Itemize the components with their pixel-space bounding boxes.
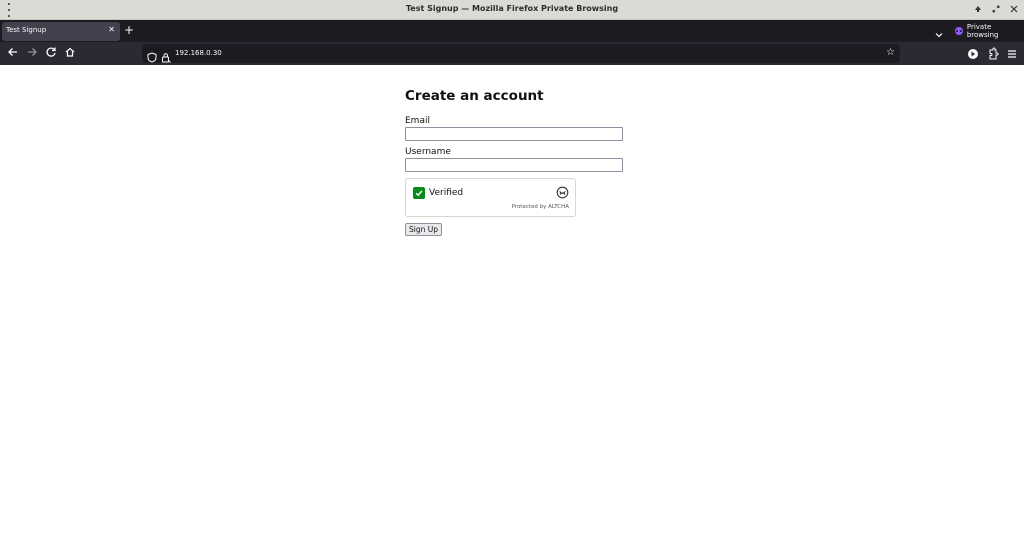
captcha-footer: Protected by ALTCHA xyxy=(511,204,569,210)
window-title: Test Signup — Mozilla Firefox Private Br… xyxy=(405,4,619,13)
altcha-logo-icon xyxy=(556,184,569,199)
tab-strip: Test Signup ✕ + Private browsing xyxy=(0,20,1024,42)
page-content: Create an account Email Username Verifie… xyxy=(0,65,1024,555)
reload-icon[interactable] xyxy=(44,46,58,60)
save-to-pocket-icon[interactable] xyxy=(966,46,980,60)
private-browsing-label: Private browsing xyxy=(966,23,999,39)
close-window-icon[interactable] xyxy=(1009,4,1019,18)
insecure-lock-icon[interactable] xyxy=(161,48,171,63)
minimize-icon[interactable] xyxy=(973,4,983,18)
altcha-captcha-widget: Verified Protected by ALTCHA xyxy=(405,178,576,217)
tracking-protection-shield-icon[interactable] xyxy=(147,48,157,63)
extensions-icon[interactable] xyxy=(986,46,1000,60)
username-label: Username xyxy=(405,147,451,157)
url-text[interactable]: 192.168.0.30 xyxy=(175,49,222,57)
email-field[interactable] xyxy=(405,127,623,141)
chevron-down-icon[interactable] xyxy=(934,25,944,38)
tab-close-icon[interactable]: ✕ xyxy=(108,25,115,34)
checkmark-icon xyxy=(415,190,423,197)
bookmark-star-icon[interactable]: ☆ xyxy=(886,47,895,58)
tab-label: Test Signup xyxy=(6,26,47,34)
private-browsing-indicator: Private browsing xyxy=(955,23,1024,39)
captcha-checkbox[interactable] xyxy=(413,187,425,199)
username-field[interactable] xyxy=(405,158,623,172)
captcha-status-label: Verified xyxy=(429,188,464,198)
window-titlebar: Test Signup — Mozilla Firefox Private Br… xyxy=(0,0,1024,20)
address-bar[interactable]: 192.168.0.30 ☆ xyxy=(142,44,900,63)
email-label: Email xyxy=(405,116,430,126)
signup-form: Create an account Email Username Verifie… xyxy=(405,87,625,236)
private-mask-icon xyxy=(955,27,963,35)
page-title: Create an account xyxy=(405,88,544,104)
sign-up-button[interactable]: Sign Up xyxy=(405,223,442,236)
navigation-toolbar: 192.168.0.30 ☆ xyxy=(0,42,1024,65)
maximize-icon[interactable] xyxy=(991,4,1001,18)
hamburger-menu-icon[interactable] xyxy=(1005,46,1019,60)
back-arrow-icon[interactable] xyxy=(6,46,20,60)
forward-arrow-icon[interactable] xyxy=(25,46,39,60)
tab-test-signup[interactable]: Test Signup ✕ xyxy=(2,22,120,41)
home-icon[interactable] xyxy=(63,46,77,60)
new-tab-button[interactable]: + xyxy=(124,23,134,37)
